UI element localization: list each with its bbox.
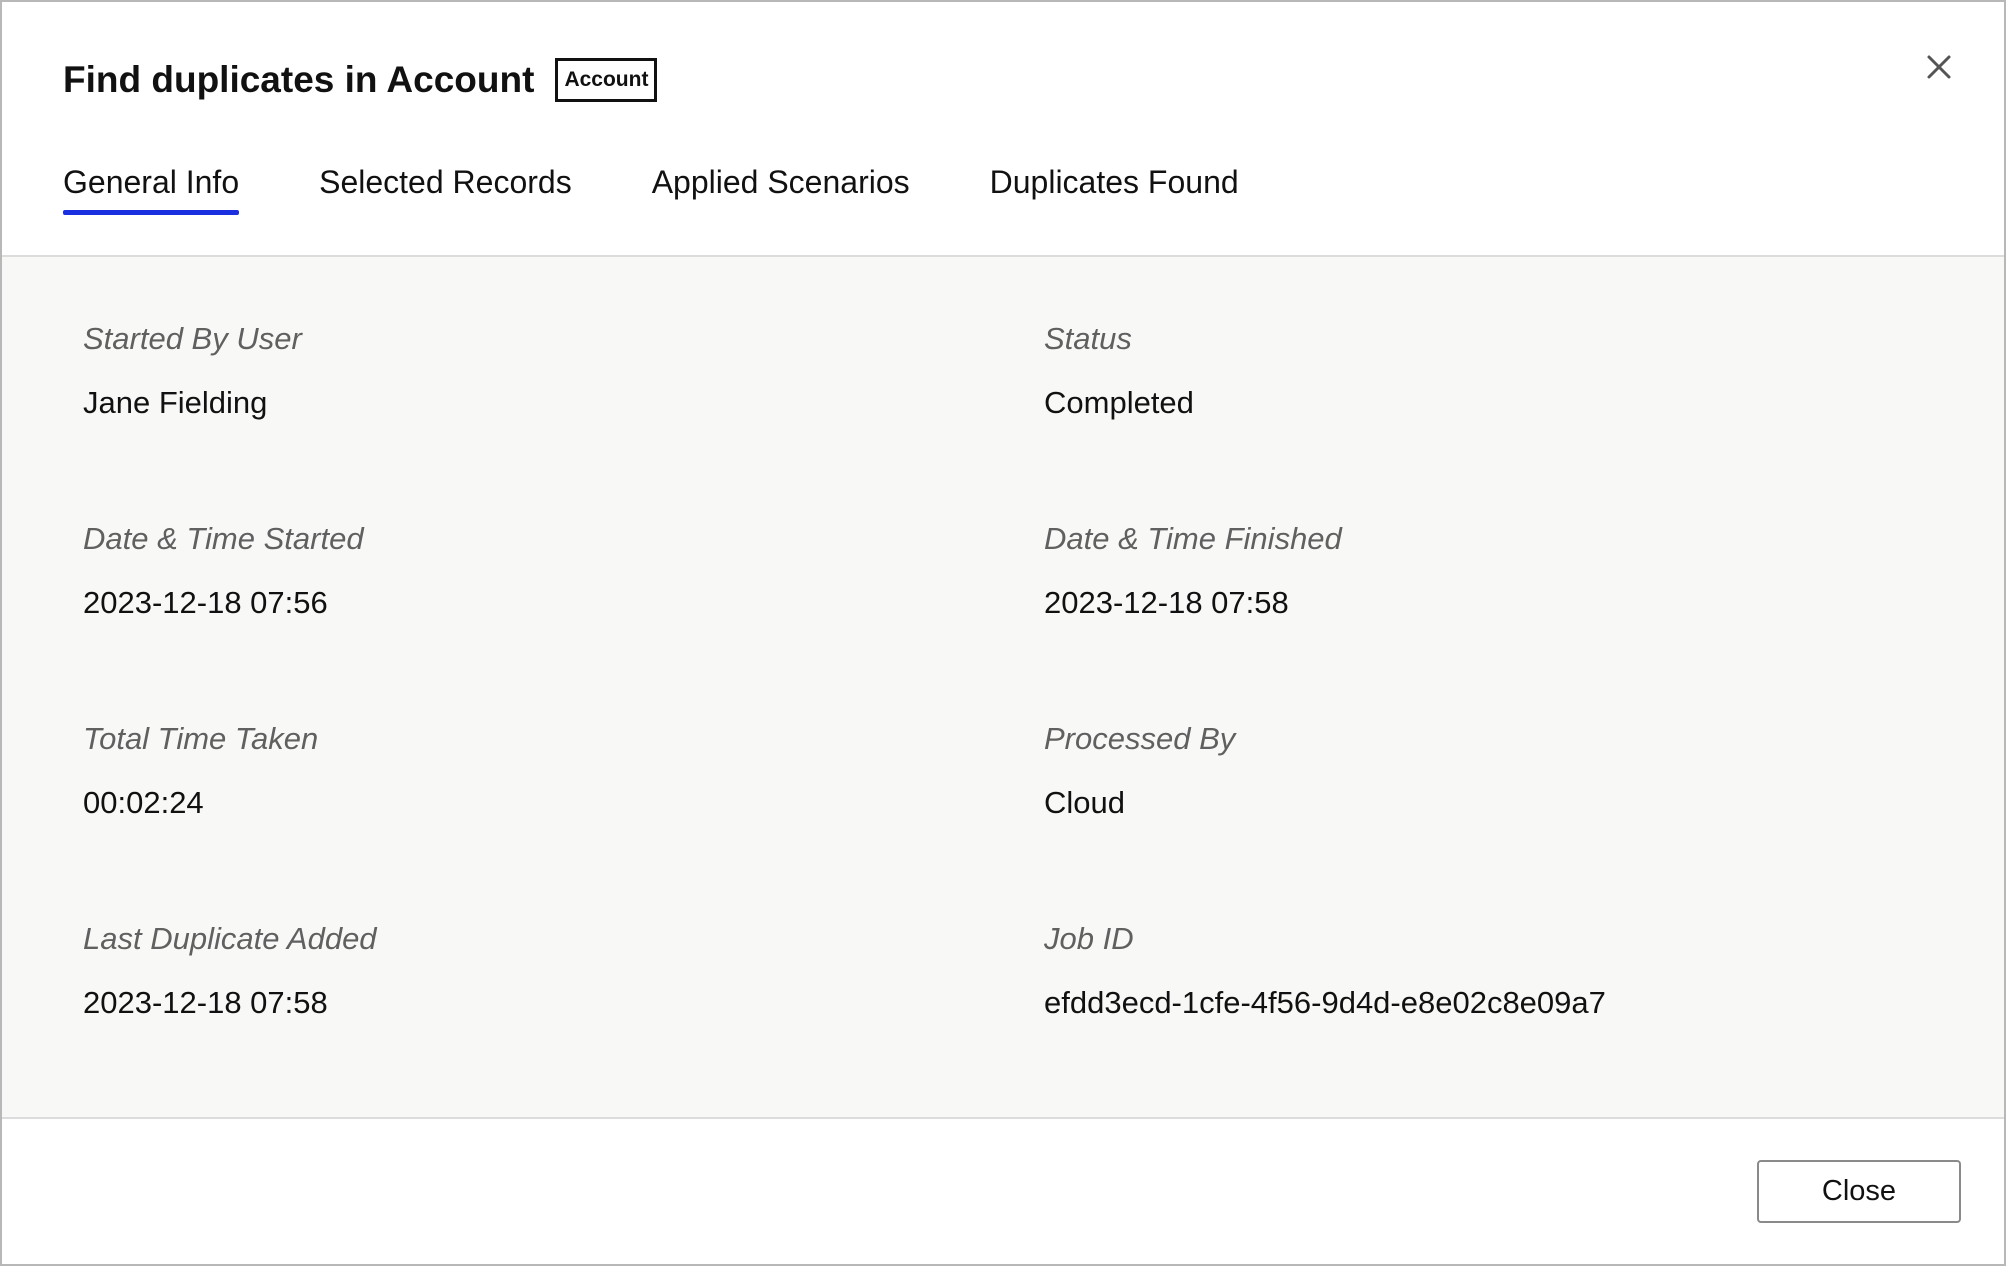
field-value: Jane Fielding xyxy=(83,385,268,420)
tab-applied-scenarios[interactable]: Applied Scenarios xyxy=(652,164,910,209)
field-job-id: Job ID efdd3ecd-1cfe-4f56-9d4d-e8e02c8e0… xyxy=(1044,919,1606,1023)
field-label: Status xyxy=(1044,321,1132,356)
field-date-time-started: Date & Time Started 2023-12-18 07:56 xyxy=(83,519,364,623)
field-value: Completed xyxy=(1044,385,1194,420)
tab-bar: General Info Selected Records Applied Sc… xyxy=(63,164,1239,215)
field-label: Date & Time Finished xyxy=(1044,521,1342,556)
dialog-footer: Close xyxy=(2,1119,2004,1264)
close-button[interactable]: Close xyxy=(1757,1160,1961,1223)
field-label: Date & Time Started xyxy=(83,521,364,556)
dialog-header: Find duplicates in Account Account Gener… xyxy=(2,2,2004,257)
find-duplicates-dialog: Find duplicates in Account Account Gener… xyxy=(0,0,2006,1266)
field-label: Processed By xyxy=(1044,721,1236,756)
field-value: 2023-12-18 07:58 xyxy=(1044,585,1289,620)
general-info-panel: Started By User Jane Fielding Status Com… xyxy=(2,257,2004,1119)
close-icon[interactable] xyxy=(1920,48,1958,86)
field-last-duplicate-added: Last Duplicate Added 2023-12-18 07:58 xyxy=(83,919,377,1023)
dialog-title: Find duplicates in Account xyxy=(63,59,535,100)
field-label: Total Time Taken xyxy=(83,721,319,756)
field-value: 2023-12-18 07:56 xyxy=(83,585,328,620)
field-label: Started By User xyxy=(83,321,302,356)
field-label: Last Duplicate Added xyxy=(83,921,377,956)
tab-selected-records[interactable]: Selected Records xyxy=(319,164,572,209)
tab-duplicates-found[interactable]: Duplicates Found xyxy=(990,164,1239,209)
field-value: Cloud xyxy=(1044,785,1125,820)
tab-general-info[interactable]: General Info xyxy=(63,164,240,215)
field-value: 2023-12-18 07:58 xyxy=(83,985,328,1020)
field-started-by-user: Started By User Jane Fielding xyxy=(83,319,302,423)
field-processed-by: Processed By Cloud xyxy=(1044,719,1235,823)
field-label: Job ID xyxy=(1044,921,1134,956)
field-value: efdd3ecd-1cfe-4f56-9d4d-e8e02c8e09a7 xyxy=(1044,985,1606,1020)
field-value: 00:02:24 xyxy=(83,785,204,820)
field-total-time-taken: Total Time Taken 00:02:24 xyxy=(83,719,318,823)
field-date-time-finished: Date & Time Finished 2023-12-18 07:58 xyxy=(1044,519,1342,623)
entity-badge: Account xyxy=(555,58,658,102)
field-status: Status Completed xyxy=(1044,319,1194,423)
title-row: Find duplicates in Account Account xyxy=(63,58,658,102)
